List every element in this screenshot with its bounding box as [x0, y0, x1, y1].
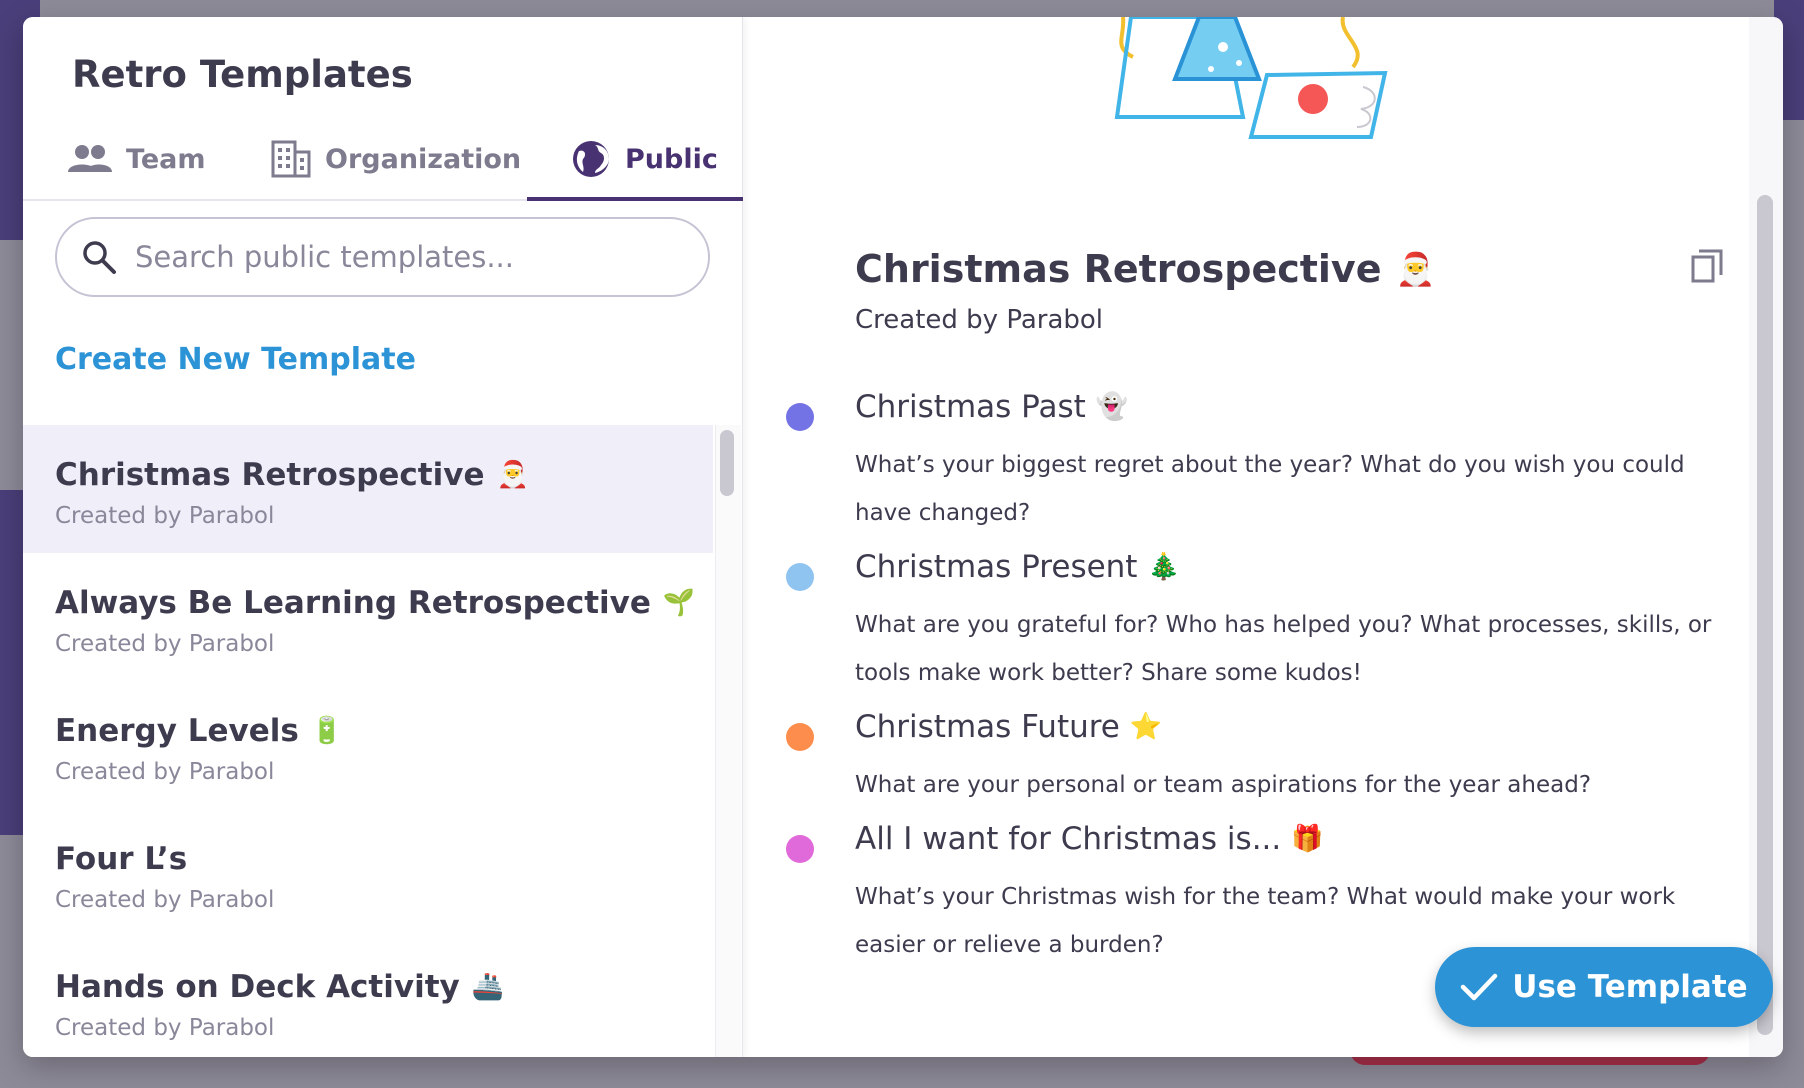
christmas-tree-emoji-icon: 🎄 [1147, 552, 1180, 582]
santa-emoji-icon: 🎅 [1395, 250, 1436, 288]
retro-templates-modal: Retro Templates Team Organization Public… [23, 17, 1783, 1057]
tab-team[interactable]: Team [68, 117, 206, 201]
template-item-name: Always Be Learning Retrospective [55, 585, 651, 621]
search-box[interactable] [55, 217, 710, 297]
prompt-title: Christmas Future [855, 709, 1120, 745]
prompt-description: What’s your biggest regret about the yea… [855, 452, 1685, 526]
prompt-color-dot [786, 563, 814, 591]
create-new-template-link[interactable]: Create New Template [55, 342, 416, 377]
battery-emoji-icon: 🔋 [310, 716, 344, 746]
tab-public-label: Public [625, 143, 718, 175]
tab-team-label: Team [126, 143, 206, 175]
template-item-creator: Created by Parabol [55, 503, 275, 529]
tab-organization[interactable]: Organization [271, 117, 521, 201]
template-list-item[interactable]: Four L’s Created by Parabol [23, 809, 713, 937]
template-list-item[interactable]: Always Be Learning Retrospective 🌱 Creat… [23, 553, 713, 681]
template-list-scrollbar-thumb[interactable] [720, 430, 734, 496]
template-item-creator: Created by Parabol [55, 759, 275, 785]
prompt-title: Christmas Past [855, 389, 1086, 425]
template-list-item[interactable]: Energy Levels 🔋 Created by Parabol [23, 681, 713, 809]
template-item-creator: Created by Parabol [55, 1015, 275, 1041]
prompt-title-row: Christmas Future ⭐ [855, 709, 1162, 745]
prompt-color-dot [786, 835, 814, 863]
template-item-creator: Created by Parabol [55, 887, 275, 913]
search-icon [83, 241, 116, 274]
template-list-item[interactable]: Christmas Retrospective 🎅 Created by Par… [23, 425, 713, 553]
tab-organization-label: Organization [325, 143, 522, 175]
tab-public[interactable]: Public [571, 117, 718, 201]
prompt-description: What are your personal or team aspiratio… [855, 772, 1592, 798]
santa-emoji-icon: 🎅 [496, 460, 529, 490]
template-item-name: Christmas Retrospective [55, 457, 485, 493]
use-template-label: Use Template [1512, 969, 1748, 1005]
template-list-pane: Retro Templates Team Organization Public… [23, 17, 743, 1057]
prompt-title-row: Christmas Present 🎄 [855, 549, 1180, 585]
globe-icon [573, 141, 609, 177]
template-item-name-row: Energy Levels 🔋 [55, 713, 713, 749]
template-item-name-row: Always Be Learning Retrospective 🌱 [55, 585, 713, 621]
ship-emoji-icon: 🚢 [471, 972, 505, 1002]
use-template-button[interactable]: Use Template [1435, 947, 1773, 1027]
prompt-title-row: Christmas Past 👻 [855, 389, 1128, 425]
template-list-item[interactable]: Hands on Deck Activity 🚢 Created by Para… [23, 937, 713, 1057]
prompt-title-row: All I want for Christmas is... 🎁 [855, 821, 1324, 857]
template-scope-tabs: Team Organization Public [23, 117, 743, 201]
template-item-name-row: Hands on Deck Activity 🚢 [55, 969, 713, 1005]
building-icon [271, 140, 311, 178]
modal-title: Retro Templates [72, 53, 413, 96]
detail-scrollbar-thumb[interactable] [1757, 195, 1773, 1035]
template-item-name: Energy Levels [55, 713, 299, 749]
template-item-name: Four L’s [55, 841, 188, 877]
prompt-color-dot [786, 403, 814, 431]
team-icon [68, 145, 112, 172]
copy-icon[interactable] [1691, 249, 1725, 283]
template-detail-pane: Christmas Retrospective 🎅 Created by Par… [743, 17, 1783, 1057]
ghost-emoji-icon: 👻 [1095, 392, 1129, 422]
template-item-creator: Created by Parabol [55, 631, 275, 657]
checkmark-icon [1461, 973, 1498, 1001]
template-list: Christmas Retrospective 🎅 Created by Par… [23, 425, 713, 1057]
prompt-title: All I want for Christmas is... [855, 821, 1282, 857]
prompt-description: What are you grateful for? Who has helpe… [855, 612, 1712, 686]
search-input[interactable] [135, 240, 675, 274]
gift-emoji-icon: 🎁 [1291, 824, 1324, 854]
template-item-name-row: Four L’s [55, 841, 713, 877]
template-illustration [1114, 17, 1388, 139]
template-list-scrollbar[interactable] [715, 425, 741, 1057]
prompt-color-dot [786, 723, 814, 751]
prompt-title: Christmas Present [855, 549, 1138, 585]
active-tab-indicator [527, 197, 743, 201]
seedling-emoji-icon: 🌱 [662, 588, 696, 618]
template-item-name-row: Christmas Retrospective 🎅 [55, 457, 713, 493]
star-emoji-icon: ⭐ [1129, 712, 1163, 742]
template-title-text: Christmas Retrospective [855, 247, 1382, 291]
template-item-name: Hands on Deck Activity [55, 969, 460, 1005]
template-detail-creator: Created by Parabol [855, 305, 1104, 335]
template-detail-title: Christmas Retrospective 🎅 [855, 247, 1435, 291]
